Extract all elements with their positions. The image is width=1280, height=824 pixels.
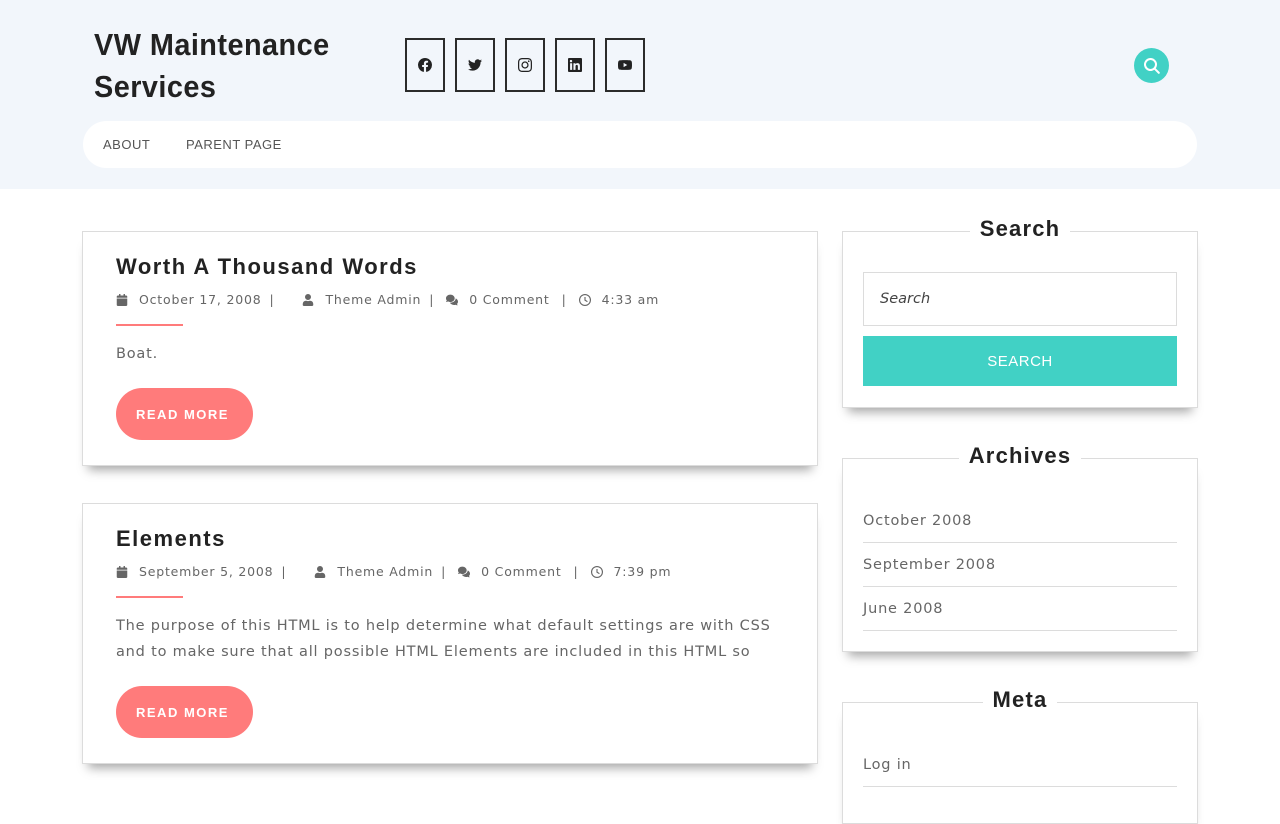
nav-item-about[interactable]: About xyxy=(103,137,150,152)
read-more-button[interactable]: READ MORE xyxy=(116,388,253,440)
post-author[interactable]: Theme Admin xyxy=(325,292,421,307)
instagram-icon xyxy=(518,58,532,72)
widget-title: Search xyxy=(843,216,1197,242)
youtube-icon xyxy=(618,60,632,70)
post-meta: September 5, 2008 | Theme Admin | 0 Comm… xyxy=(116,564,671,579)
linkedin-link[interactable] xyxy=(555,38,595,92)
search-button[interactable]: Search xyxy=(863,336,1177,386)
comments-icon xyxy=(458,566,471,577)
title-underline xyxy=(116,324,183,326)
instagram-link[interactable] xyxy=(505,38,545,92)
post-comments[interactable]: 0 Comment xyxy=(469,292,549,307)
search-input[interactable] xyxy=(863,272,1177,326)
meta-separator: | xyxy=(441,564,447,579)
login-link[interactable]: Log in xyxy=(863,743,1177,787)
archives-list: October 2008 September 2008 June 2008 xyxy=(863,499,1177,631)
post-card: Worth A Thousand Words October 17, 2008 … xyxy=(82,231,818,466)
post-title[interactable]: Elements xyxy=(116,526,226,552)
post-excerpt: Boat. xyxy=(116,346,158,362)
title-underline xyxy=(116,596,183,598)
comments-icon xyxy=(446,294,459,305)
widget-title-text: Search xyxy=(969,216,1071,241)
widget-title: Archives xyxy=(843,443,1197,469)
calendar-icon xyxy=(116,293,128,306)
site-title[interactable]: VW Maintenance Services xyxy=(94,24,364,108)
archives-widget: Archives October 2008 September 2008 Jun… xyxy=(842,443,1198,652)
post-card: Elements September 5, 2008 | Theme Admin… xyxy=(82,503,818,764)
meta-separator: | xyxy=(281,564,287,579)
meta-widget: Meta Log in xyxy=(842,687,1198,824)
meta-separator: | xyxy=(573,564,579,579)
calendar-icon xyxy=(116,565,128,578)
facebook-link[interactable] xyxy=(405,38,445,92)
site-header: VW Maintenance Services About Parent Pag… xyxy=(0,0,1280,189)
widget-title-text: Meta xyxy=(982,687,1058,712)
social-links xyxy=(405,38,645,92)
post-time: 7:39 pm xyxy=(613,564,672,579)
meta-separator: | xyxy=(429,292,435,307)
widget-title-text: Archives xyxy=(958,443,1082,468)
archive-link[interactable]: June 2008 xyxy=(863,587,1177,631)
search-widget: Search Search xyxy=(842,216,1198,408)
twitter-icon xyxy=(468,59,482,71)
twitter-link[interactable] xyxy=(455,38,495,92)
linkedin-icon xyxy=(568,58,582,72)
clock-icon xyxy=(590,565,603,578)
post-author[interactable]: Theme Admin xyxy=(337,564,433,579)
user-icon xyxy=(315,565,326,578)
post-excerpt: The purpose of this HTML is to help dete… xyxy=(116,618,771,660)
nav-item-parent-page[interactable]: Parent Page xyxy=(186,137,282,152)
archive-link[interactable]: October 2008 xyxy=(863,499,1177,543)
header-search-button[interactable] xyxy=(1134,48,1169,83)
youtube-link[interactable] xyxy=(605,38,645,92)
search-icon xyxy=(1143,57,1160,74)
post-title[interactable]: Worth A Thousand Words xyxy=(116,254,418,280)
post-time: 4:33 am xyxy=(601,292,660,307)
post-meta: October 17, 2008 | Theme Admin | 0 Comme… xyxy=(116,292,659,307)
user-icon xyxy=(303,293,314,306)
post-comments[interactable]: 0 Comment xyxy=(481,564,561,579)
clock-icon xyxy=(578,293,591,306)
facebook-icon xyxy=(418,58,432,72)
post-date[interactable]: September 5, 2008 xyxy=(139,564,273,579)
post-date[interactable]: October 17, 2008 xyxy=(139,292,261,307)
meta-separator: | xyxy=(269,292,275,307)
archive-link[interactable]: September 2008 xyxy=(863,543,1177,587)
meta-separator: | xyxy=(561,292,567,307)
widget-title: Meta xyxy=(843,687,1197,713)
meta-list: Log in xyxy=(863,743,1177,787)
main-nav: About Parent Page xyxy=(83,121,1197,168)
read-more-button[interactable]: READ MORE xyxy=(116,686,253,738)
